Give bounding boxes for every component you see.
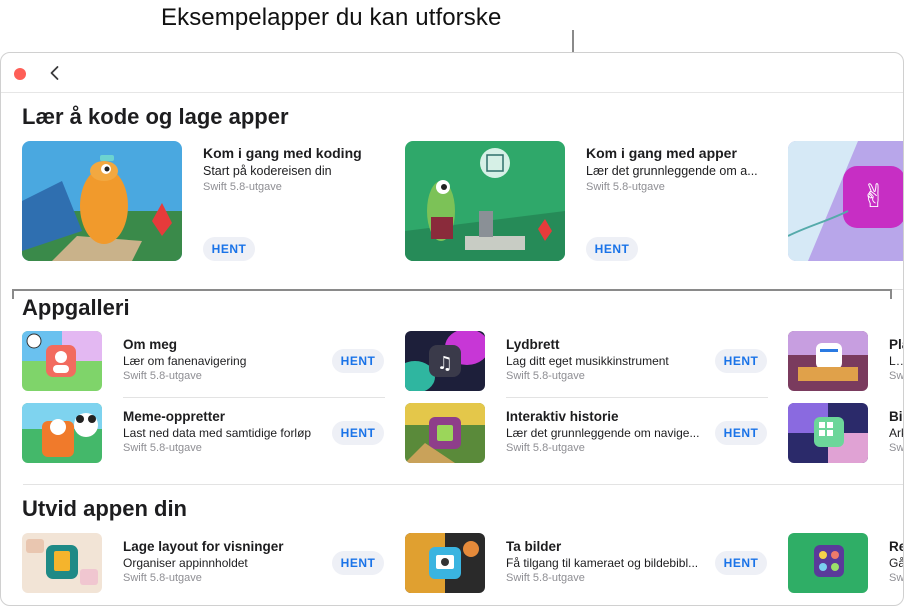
item-info: Bil Ark Swi [889, 409, 904, 454]
item-subtitle: Gå [889, 556, 904, 570]
get-button[interactable]: HENT [715, 421, 767, 445]
item-info: Ta bilder Få tilgang til kameraet og bil… [506, 539, 706, 584]
list-item[interactable]: Ta bilder Få tilgang til kameraet og bil… [405, 533, 767, 595]
item-version: Swi [889, 442, 904, 454]
item-version: Swift 5.8-utgave [506, 442, 585, 454]
item-version: Swi [889, 370, 904, 382]
item-subtitle: Få tilgang til kameraet og bildebibl... [506, 556, 699, 570]
item-info: Re Gå Swi [889, 539, 904, 584]
list-item[interactable]: Interaktiv historie Lær det grunnleggend… [405, 403, 767, 465]
item-title: Pla [889, 337, 903, 352]
back-button[interactable] [45, 63, 65, 83]
item-version: Swift 5.8-utgave [123, 572, 202, 584]
item-thumbnail [405, 533, 485, 593]
item-thumbnail: ♫ [405, 331, 485, 391]
get-button[interactable]: HENT [332, 421, 384, 445]
card-info: Kom i gang med koding Start på kodereise… [203, 145, 378, 193]
close-window-button[interactable] [14, 68, 26, 80]
item-title: Bil [889, 409, 903, 424]
item-subtitle: Organiser appinnholdet [123, 556, 248, 570]
item-subtitle: Lag ditt eget musikkinstrument [506, 354, 669, 368]
list-item[interactable]: Meme-oppretter Last ned data med samtidi… [22, 403, 384, 465]
card-version: Swift 5.8-utgave [586, 181, 665, 193]
section-divider [23, 484, 903, 485]
item-title: Lydbrett [506, 337, 560, 352]
list-item[interactable]: ♫ Lydbrett Lag ditt eget musikkinstrumen… [405, 331, 768, 398]
get-button[interactable]: HENT [586, 237, 638, 261]
titlebar [1, 53, 903, 93]
row-divider [123, 397, 385, 398]
item-info: Lage layout for visninger Organiser appi… [123, 539, 323, 584]
callout-label: Eksempelapper du kan utforske [161, 4, 502, 31]
item-title: Lage layout for visninger [123, 539, 284, 554]
list-item[interactable]: Pla Lag Swi [788, 331, 904, 393]
card-thumbnail [22, 141, 182, 261]
item-version: Swift 5.8-utgave [506, 572, 585, 584]
item-thumbnail [405, 403, 485, 463]
row-divider [506, 397, 768, 398]
item-info: Meme-oppretter Last ned data med samtidi… [123, 409, 323, 454]
item-title: Re [889, 539, 903, 554]
section-title-learn: Lær å kode og lage apper [22, 104, 289, 129]
item-version: Swift 5.8-utgave [123, 442, 202, 454]
app-window: Lær å kode og lage apper Kom i gang med … [0, 52, 904, 606]
item-info: Om meg Lær om fanenavigering Swift 5.8-u… [123, 337, 323, 382]
item-info: Pla Lag Swi [889, 337, 904, 382]
get-button[interactable]: HENT [203, 237, 255, 261]
list-item[interactable]: Bil Ark Swi [788, 403, 904, 465]
item-version: Swi [889, 572, 904, 584]
svg-text:♫: ♫ [437, 353, 453, 374]
section-title-extend: Utvid appen din [22, 496, 187, 521]
item-thumbnail [788, 331, 868, 391]
item-thumbnail [22, 403, 102, 463]
item-thumbnail [22, 533, 102, 593]
item-info: Lydbrett Lag ditt eget musikkinstrument … [506, 337, 706, 382]
item-version: Swift 5.8-utgave [506, 370, 585, 382]
item-title: Meme-oppretter [123, 409, 226, 424]
list-item[interactable]: Om meg Lær om fanenavigering Swift 5.8-u… [22, 331, 385, 398]
item-info: Interaktiv historie Lær det grunnleggend… [506, 409, 706, 454]
get-button[interactable]: HENT [332, 551, 384, 575]
item-thumbnail [788, 403, 868, 463]
callout-bracket [12, 289, 892, 299]
card-thumbnail: ✌ [788, 141, 903, 261]
item-title: Om meg [123, 337, 178, 352]
item-subtitle: Last ned data med samtidige forløp [123, 426, 312, 440]
item-thumbnail [788, 533, 868, 593]
item-title: Ta bilder [506, 539, 562, 554]
list-item[interactable]: Re Gå Swi [788, 533, 904, 595]
get-button[interactable]: HENT [715, 551, 767, 575]
card-subtitle: Start på kodereisen din [203, 164, 332, 178]
item-subtitle: Lær om fanenavigering [123, 354, 247, 368]
item-thumbnail [22, 331, 102, 391]
callout: Eksempelapper du kan utforske [0, 2, 904, 32]
item-subtitle: Ark [889, 426, 903, 440]
card-subtitle: Lær det grunnleggende om a... [586, 164, 758, 178]
chevron-left-icon [50, 66, 59, 80]
item-title: Interaktiv historie [506, 409, 619, 424]
card-title: Kom i gang med apper [586, 145, 737, 161]
card-title: Kom i gang med koding [203, 145, 362, 161]
card-version: Swift 5.8-utgave [203, 181, 282, 193]
card-info: Kom i gang med apper Lær det grunnleggen… [586, 145, 761, 193]
item-subtitle: Lær det grunnleggende om navige... [506, 426, 700, 440]
list-item[interactable]: Lage layout for visninger Organiser appi… [22, 533, 384, 595]
get-button[interactable]: HENT [332, 349, 384, 373]
get-button[interactable]: HENT [715, 349, 767, 373]
item-version: Swift 5.8-utgave [123, 370, 202, 382]
svg-text:✌: ✌ [861, 177, 888, 215]
item-subtitle: Lag [889, 354, 903, 368]
card-thumbnail [405, 141, 565, 261]
